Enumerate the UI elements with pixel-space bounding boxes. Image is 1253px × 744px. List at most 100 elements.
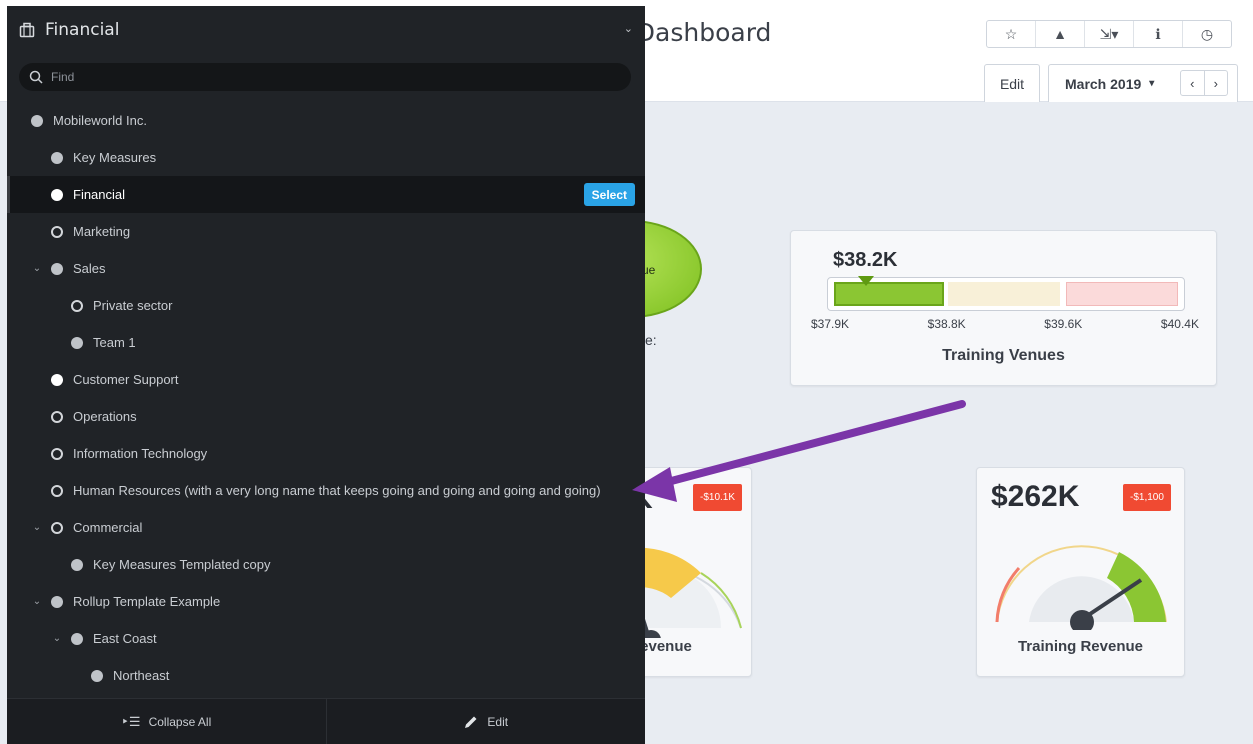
tree-item-label: Human Resources (with a very long name t… — [73, 483, 601, 498]
chevron-left-icon[interactable]: ‹ — [1181, 71, 1205, 95]
tree-item[interactable]: Team 1 — [7, 324, 645, 361]
training-revenue-badge: -$1,100 — [1123, 484, 1171, 511]
alert-icon[interactable]: ▲ — [1036, 21, 1085, 47]
status-dot-icon — [51, 521, 63, 534]
tree-item[interactable]: ⌄ East Coast — [7, 620, 645, 657]
scorecard-tree: Mobileworld Inc. Key Measures Financial Sel… — [7, 102, 645, 694]
training-revenue-dial — [995, 545, 1167, 630]
edit-tree-label: Edit — [487, 714, 509, 729]
tree-item-label: Marketing — [73, 224, 131, 239]
status-dot-icon — [51, 447, 63, 460]
tree-item-label: Team 1 — [93, 335, 136, 350]
tree-item[interactable]: Private sector — [7, 287, 645, 324]
period-navigation: ‹ › — [1180, 70, 1228, 96]
tree-item-label: Mobileworld Inc. — [53, 113, 147, 128]
search-icon — [29, 70, 43, 84]
status-dot-icon — [51, 262, 63, 275]
tree-item[interactable]: Key Measures — [7, 139, 645, 176]
bullet-tick: $37.9K — [811, 317, 850, 331]
partial-text-label: e: — [645, 332, 657, 348]
status-dot-icon — [51, 188, 63, 201]
status-dot-icon — [71, 299, 83, 312]
collapse-icon: ‣☰ — [121, 713, 141, 729]
venues-value: $38.2K — [833, 249, 898, 271]
tree-item-label: East Coast — [93, 631, 157, 646]
export-icon[interactable]: ⇲▾ — [1085, 21, 1134, 47]
bullet-band-bad — [1066, 282, 1178, 306]
tree-item[interactable]: Customer Support — [7, 361, 645, 398]
training-revenue-card[interactable]: $262K -$1,100 Training Revenue — [976, 467, 1185, 677]
caret-down-icon: ▾ — [1149, 78, 1155, 89]
bullet-tick: $40.4K — [1160, 317, 1199, 331]
tree-item[interactable]: Operations — [7, 398, 645, 435]
tree-item[interactable]: Mobileworld Inc. — [7, 102, 645, 139]
briefcase-icon — [19, 22, 35, 38]
bullet-tick: $38.8K — [927, 317, 966, 331]
status-dot-icon — [51, 225, 63, 238]
collapse-all-button[interactable]: ‣☰ Collapse All — [7, 699, 327, 744]
tree-item[interactable]: Information Technology — [7, 435, 645, 472]
status-dot-icon — [51, 151, 63, 164]
status-dot-icon — [91, 669, 103, 682]
tree-item[interactable]: Northeast — [7, 657, 645, 694]
collapse-all-label: Collapse All — [148, 714, 212, 729]
tree-item-label: Information Technology — [73, 446, 208, 461]
tree-item-label: Sales — [73, 261, 106, 276]
tree-item[interactable]: Key Measures Templated copy — [7, 546, 645, 583]
status-dot-icon — [71, 558, 83, 571]
pencil-icon — [465, 716, 477, 728]
chevron-right-icon[interactable]: › — [1205, 71, 1228, 95]
tree-item-label: Rollup Template Example — [73, 594, 221, 609]
find-search-input[interactable]: Find — [19, 63, 631, 91]
status-dot-icon — [71, 632, 83, 645]
tree-item-label: Key Measures Templated copy — [93, 557, 271, 572]
tree-item-label: Commercial — [73, 520, 143, 535]
chevron-down-icon[interactable]: ⌄ — [624, 22, 633, 35]
info-icon[interactable]: ℹ — [1134, 21, 1183, 47]
tree-item[interactable]: Human Resources (with a very long name t… — [7, 472, 645, 509]
search-placeholder: Find — [51, 70, 75, 84]
favorite-star-icon[interactable]: ☆ — [987, 21, 1036, 47]
status-dot-icon — [51, 595, 63, 608]
tree-item-label: Operations — [73, 409, 137, 424]
status-dot-icon — [51, 410, 63, 423]
scorecard-tree-panel: Financial ⌄ Find Mobileworld Inc. Key Mea… — [7, 6, 645, 744]
tree-item[interactable]: ⌄ Sales — [7, 250, 645, 287]
tree-item-label: Private sector — [93, 298, 173, 313]
tree-item[interactable]: Financial Select — [7, 176, 645, 213]
select-button[interactable]: Select — [583, 183, 635, 206]
bullet-target-marker — [858, 276, 874, 286]
dashboard-toolbar: ☆ ▲ ⇲▾ ℹ ◷ — [986, 20, 1232, 48]
bullet-chart — [827, 276, 1185, 311]
chevron-down-icon[interactable]: ⌄ — [31, 263, 43, 274]
training-venues-card[interactable]: $38.2K $37.9K $38.8K $39.6K $40.4K Train… — [790, 230, 1217, 386]
panel-footer: ‣☰ Collapse All Edit — [7, 698, 645, 744]
tree-item-label: Customer Support — [73, 372, 179, 387]
bullet-tick: $39.6K — [1044, 317, 1083, 331]
tree-item[interactable]: ⌄ Rollup Template Example — [7, 583, 645, 620]
tree-item-label: Financial — [73, 187, 126, 202]
tree-item[interactable]: Marketing — [7, 213, 645, 250]
venues-title: Training Venues — [942, 347, 1065, 364]
edit-tab[interactable]: Edit — [984, 64, 1040, 102]
status-dot-icon — [31, 114, 43, 127]
bullet-band-mid — [948, 282, 1060, 306]
panel-title: Financial — [45, 20, 120, 40]
panel-header[interactable]: Financial ⌄ — [7, 6, 645, 54]
edit-tree-button[interactable]: Edit — [327, 699, 646, 744]
tree-item-label: Northeast — [113, 668, 170, 683]
month-label: March 2019 — [1065, 75, 1142, 92]
chevron-down-icon[interactable]: ⌄ — [51, 633, 63, 644]
status-dot-icon — [51, 373, 63, 386]
tree-item-label: Key Measures — [73, 150, 157, 165]
chevron-down-icon[interactable]: ⌄ — [31, 596, 43, 607]
clock-icon[interactable]: ◷ — [1183, 21, 1231, 47]
tree-item[interactable]: ⌄ Commercial — [7, 509, 645, 546]
status-dot-icon — [71, 336, 83, 349]
chevron-down-icon[interactable]: ⌄ — [31, 522, 43, 533]
training-revenue-value: $262K — [991, 480, 1080, 513]
bullet-ticks: $37.9K $38.8K $39.6K $40.4K — [811, 317, 1199, 331]
training-revenue-title: Training Revenue — [1017, 638, 1144, 655]
left-gauge-badge: -$10.1K — [693, 484, 743, 511]
status-dot-icon — [51, 484, 63, 497]
